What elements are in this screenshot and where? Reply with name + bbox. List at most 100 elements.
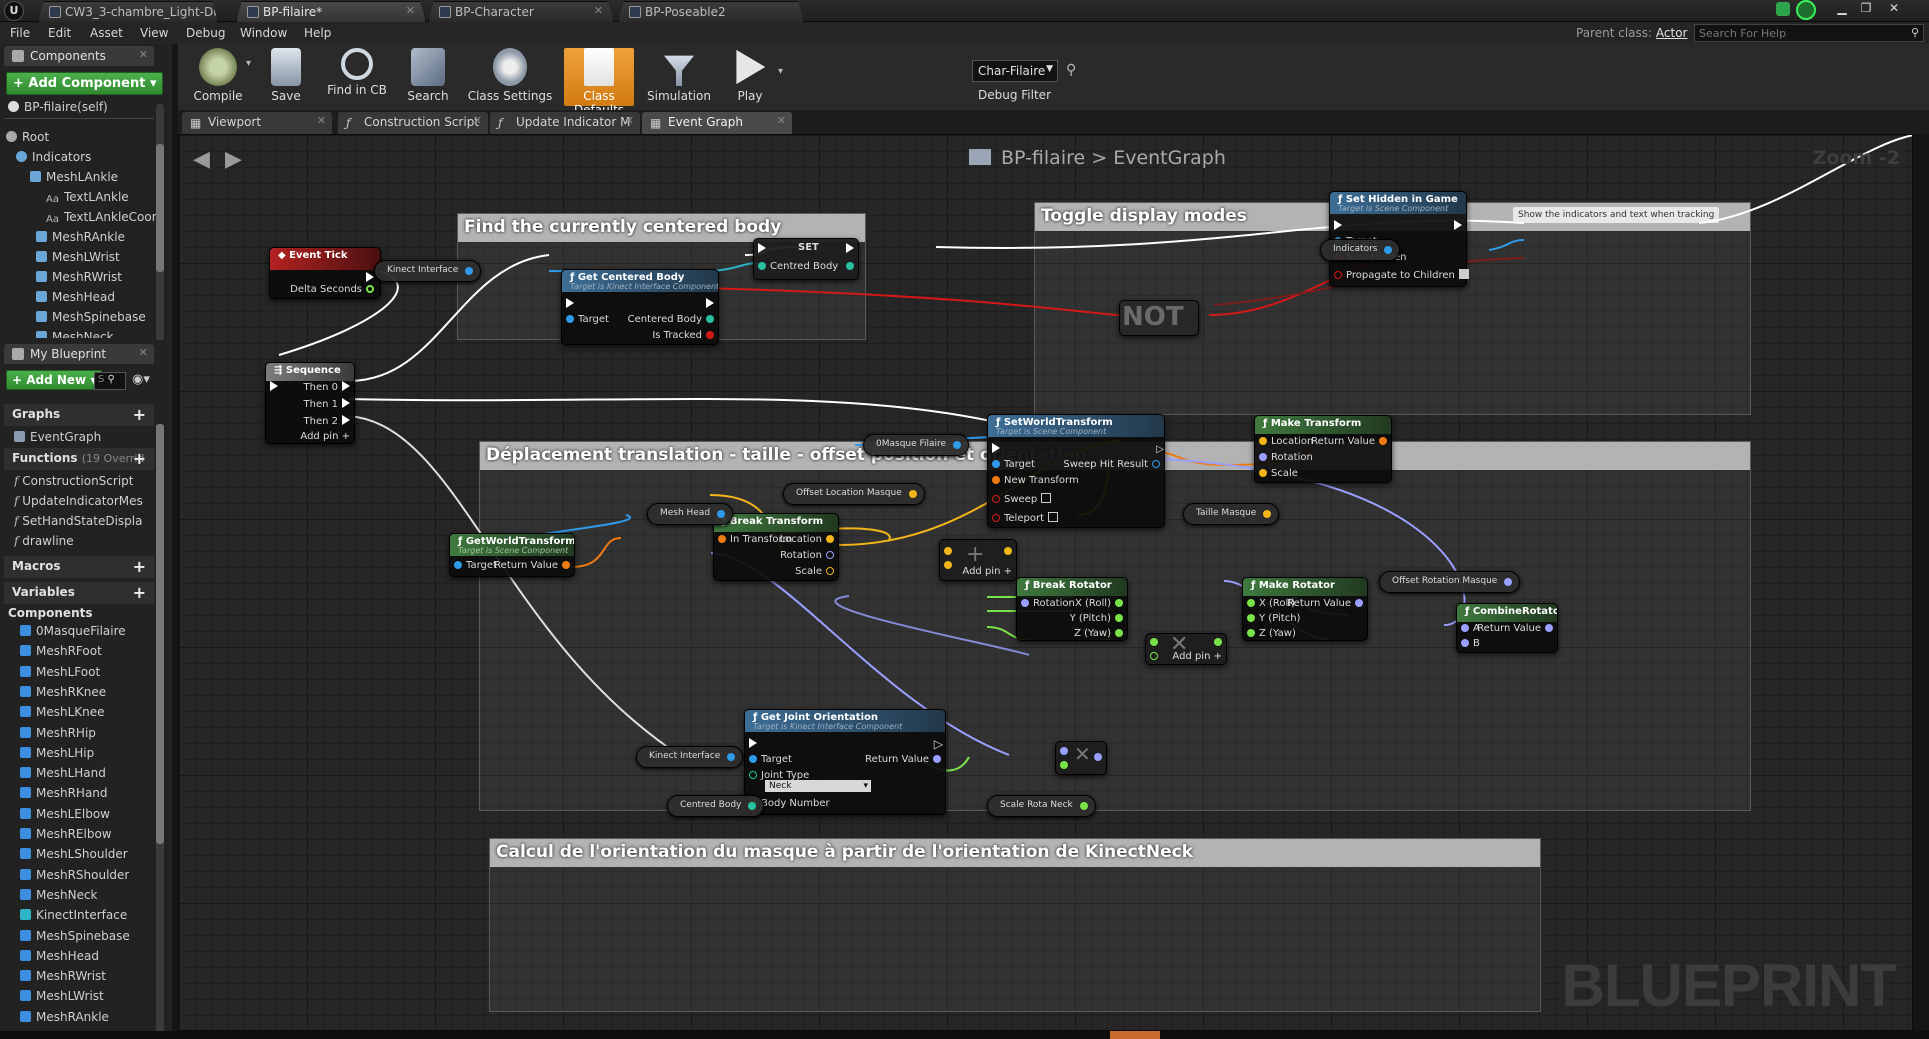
pin-exec-in[interactable] [266, 381, 282, 393]
pin-location[interactable]: Location [780, 534, 838, 545]
var-mesh-head[interactable]: Mesh Head [647, 503, 734, 525]
pin-then-0[interactable]: Then 0 [304, 381, 354, 393]
parent-class-link[interactable]: Actor [1656, 26, 1688, 40]
var-indicators[interactable]: Indicators [1320, 239, 1401, 261]
pin-target[interactable]: Target [745, 754, 792, 765]
tree-item-textlankle[interactable]: Aa TextLAnkle [46, 190, 129, 208]
add-macro-icon[interactable]: + [133, 557, 146, 576]
teleport-checkbox[interactable] [1048, 512, 1058, 522]
variable-item[interactable]: MeshNeck [20, 888, 98, 906]
graph-item-eventgraph[interactable]: EventGraph [14, 430, 101, 448]
pin-exec-out[interactable] [702, 298, 718, 310]
node-make-transform[interactable]: ƒ Make Transform Location Return Value R… [1254, 415, 1392, 483]
variable-item[interactable]: MeshLShoulder [20, 847, 128, 865]
variable-item[interactable]: MeshLElbow [20, 807, 110, 825]
pin-then-1[interactable]: Then 1 [304, 398, 354, 410]
pin-centred-body-out[interactable] [842, 261, 858, 272]
breadcrumb-bp[interactable]: BP-filaire [1001, 147, 1085, 169]
menu-view[interactable]: View [140, 26, 168, 40]
forward-arrow-icon[interactable]: ▶ [225, 147, 242, 172]
close-icon[interactable]: ✕ [777, 114, 786, 127]
menu-asset[interactable]: Asset [90, 26, 123, 40]
tab-construction-script[interactable]: ƒ Construction Script ✕ [338, 112, 488, 134]
tab-event-graph[interactable]: ▦ Event Graph ✕ [642, 112, 792, 134]
pin-then-2[interactable]: Then 2 [304, 415, 354, 427]
pin-return-value[interactable] [1000, 546, 1016, 557]
sweep-checkbox[interactable] [1041, 493, 1052, 503]
variable-item[interactable]: MeshLHip [20, 746, 94, 764]
debug-search-icon[interactable]: ⚲ [1066, 62, 1076, 78]
node-get-centered-body[interactable]: ƒ Get Centered Body Target is Kinect Inte… [561, 269, 719, 345]
pin-return-value[interactable]: Return Value [1287, 598, 1367, 609]
close-icon[interactable]: ✕ [317, 114, 326, 127]
tab-components[interactable]: Components ✕ [4, 46, 154, 66]
tree-item-meshhead[interactable]: MeshHead [36, 290, 115, 308]
components-scrollbar[interactable] [156, 104, 164, 340]
pin-b[interactable]: B [1457, 638, 1480, 649]
pin-teleport[interactable]: Teleport [988, 512, 1058, 524]
variable-item[interactable]: MeshRShoulder [20, 868, 129, 886]
pin-exec-in[interactable] [754, 243, 770, 255]
function-item[interactable]: ƒ UpdateIndicatorMes [14, 494, 152, 512]
compile-button[interactable]: Compile [182, 48, 254, 106]
graphs-header[interactable]: Graphs + [4, 404, 154, 426]
debug-object-select[interactable]: Char-Filaire ▼ [972, 60, 1058, 82]
pin-centred-body[interactable]: Centred Body [754, 261, 838, 272]
var-centred-body[interactable]: Centred Body [667, 795, 765, 817]
tab-viewport[interactable]: ▦ Viewport ✕ [182, 112, 332, 134]
variable-item[interactable]: MeshLFoot [20, 665, 100, 683]
function-item[interactable]: ƒ SetHandStateDispla [14, 514, 152, 532]
event-graph-canvas[interactable]: Find the currently centered body Toggle … [178, 134, 1913, 1031]
notification-icon[interactable] [1796, 0, 1816, 20]
menu-window[interactable]: Window [240, 26, 287, 40]
add-new-button[interactable]: + Add New ▾ [6, 370, 103, 390]
variable-item[interactable]: 0MasqueFilaire [20, 624, 126, 642]
tree-item-indicators[interactable]: Indicators [16, 150, 91, 168]
node-add-vector[interactable]: + Add pin + [939, 539, 1017, 581]
close-icon[interactable]: ✕ [473, 114, 482, 127]
function-item[interactable]: ƒ drawline [14, 534, 74, 552]
pin-return-value[interactable]: Return Value [1311, 436, 1391, 447]
search-button[interactable]: Search [398, 48, 458, 106]
add-pin-button[interactable]: Add pin + [300, 431, 350, 442]
tab-bp-filaire[interactable]: BP-filaire* ✕ [236, 1, 426, 22]
pin-is-tracked[interactable]: Is Tracked [652, 330, 718, 341]
pin-location[interactable]: Location [1255, 436, 1313, 447]
variable-item[interactable]: MeshRFoot [20, 644, 102, 662]
menu-edit[interactable]: Edit [48, 26, 71, 40]
var-masque-filaire[interactable]: 0Masque Filaire [863, 434, 970, 456]
close-icon[interactable]: ✕ [594, 4, 603, 17]
add-graph-icon[interactable]: + [133, 405, 146, 424]
tree-item-meshneck[interactable]: MeshNeck [36, 330, 114, 338]
pin-b[interactable] [1146, 651, 1162, 662]
pin-delta-seconds[interactable]: Delta Seconds [290, 284, 378, 295]
function-item[interactable]: ƒ ConstructionScript [14, 474, 133, 492]
add-variable-icon[interactable]: + [133, 583, 146, 602]
pin-exec-out[interactable] [1450, 220, 1466, 232]
node-make-rotator[interactable]: ƒ Make Rotator X (Roll) Return Value Y (… [1242, 577, 1368, 641]
variable-item[interactable]: MeshRHip [20, 726, 96, 744]
pin-x-roll[interactable]: X (Roll) [1075, 598, 1127, 609]
variable-item[interactable]: MeshRWrist [20, 969, 106, 987]
var-kinect-interface[interactable]: Kinect Interface [374, 260, 482, 282]
menu-debug[interactable]: Debug [186, 26, 225, 40]
pin-exec-out[interactable]: ▷ [934, 737, 943, 751]
node-multiply-rotator[interactable]: ✕ [1055, 741, 1107, 775]
node-set-centred-body[interactable]: SET Centred Body [753, 238, 859, 280]
var-offset-location[interactable]: Offset Location Masque [783, 483, 925, 505]
node-sequence[interactable]: ⇶ Sequence Then 0 Then 1 Then 2 Add pin … [265, 362, 355, 444]
pin-centered-body[interactable]: Centered Body [628, 314, 718, 325]
minimize-icon[interactable]: ▁ [1832, 1, 1852, 17]
tab-my-blueprint[interactable]: My Blueprint ✕ [4, 344, 154, 364]
add-pin-button[interactable]: Add pin + [962, 566, 1012, 577]
pin-scale[interactable]: Scale [795, 566, 838, 577]
add-pin-button[interactable]: Add pin + [1172, 651, 1222, 662]
pin-target[interactable]: Target [450, 560, 497, 571]
node-not[interactable]: NOT [1119, 300, 1199, 336]
close-icon[interactable]: ✕ [139, 346, 148, 359]
close-icon[interactable]: ✕ [625, 114, 634, 127]
pin-rotation[interactable]: Rotation [1017, 598, 1075, 609]
variable-item[interactable]: MeshHead [20, 949, 99, 967]
pin-sweep[interactable]: Sweep [988, 493, 1052, 505]
back-arrow-icon[interactable]: ◀ [193, 147, 210, 172]
